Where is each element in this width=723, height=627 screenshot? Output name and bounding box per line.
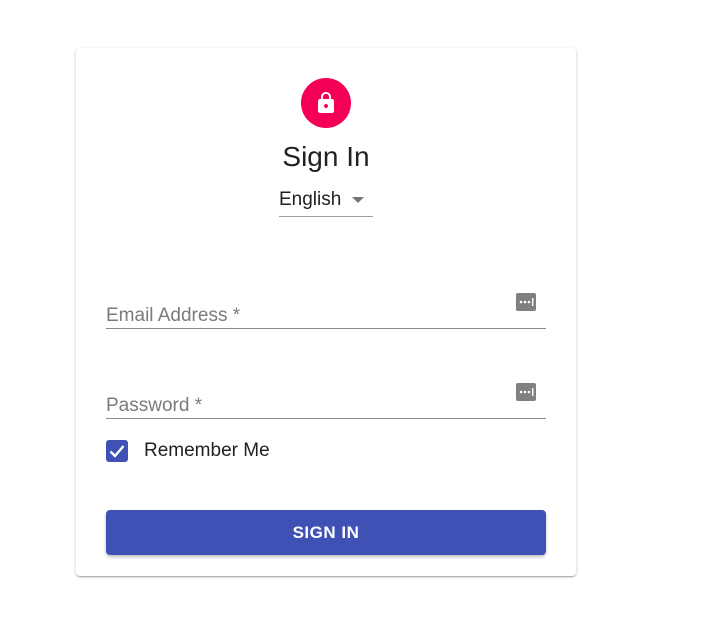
- avatar: [301, 78, 351, 128]
- email-input[interactable]: [106, 284, 506, 338]
- sign-in-button[interactable]: SIGN IN: [106, 510, 546, 555]
- remember-me-checkbox[interactable]: [106, 440, 128, 462]
- password-manager-icon[interactable]: [516, 382, 536, 402]
- language-select[interactable]: English: [279, 184, 373, 217]
- checkmark-icon: [109, 445, 125, 458]
- remember-me-control[interactable]: Remember Me: [106, 440, 270, 462]
- password-manager-icon[interactable]: [516, 292, 536, 312]
- password-input[interactable]: [106, 374, 506, 428]
- email-field: [106, 284, 546, 338]
- caret-down-icon: [352, 197, 365, 203]
- remember-me-label: Remember Me: [144, 440, 270, 461]
- page-title: Sign In: [282, 141, 370, 172]
- password-field: [106, 374, 546, 428]
- language-select-value: English: [279, 189, 342, 210]
- lock-icon: [318, 92, 334, 113]
- sign-in-card: Sign In English R: [76, 48, 576, 576]
